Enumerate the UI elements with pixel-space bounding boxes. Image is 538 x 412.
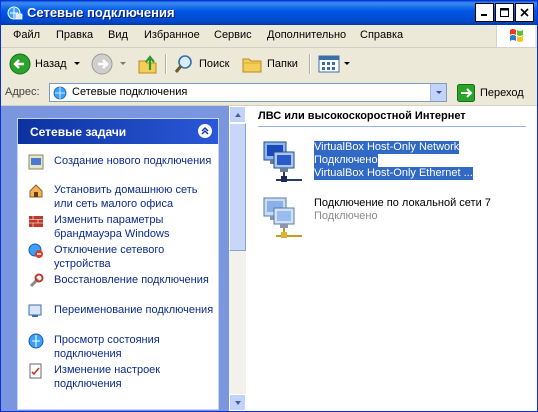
new-connection-icon xyxy=(28,154,44,170)
address-bar: Адрес: Сетевые подключения Переход xyxy=(1,81,537,106)
menu-edit[interactable]: Правка xyxy=(56,29,93,41)
collapse-button[interactable] xyxy=(198,124,212,138)
views-icon xyxy=(318,55,340,73)
maximize-button[interactable] xyxy=(495,3,514,22)
maximize-icon xyxy=(500,8,509,17)
firewall-icon xyxy=(29,216,43,227)
window-title: Сетевые подключения xyxy=(27,5,175,20)
task-label: Изменение настроек подключения xyxy=(54,364,161,390)
views-button[interactable] xyxy=(317,52,351,76)
menu-help[interactable]: Справка xyxy=(360,29,403,41)
connection-device: VirtualBox Host-Only Ethernet ... xyxy=(314,167,473,180)
group-divider xyxy=(258,126,526,127)
minimize-icon xyxy=(481,14,487,16)
up-folder-icon xyxy=(138,55,157,74)
group-title: ЛВС или высокоскоростной Интернет xyxy=(258,110,466,122)
network-connection-icon xyxy=(263,141,302,182)
title-bar[interactable]: Сетевые подключения xyxy=(1,1,537,25)
task-label: Создание нового подключения xyxy=(54,155,212,167)
go-label: Переход xyxy=(480,87,524,99)
menu-view[interactable]: Вид xyxy=(108,29,128,41)
menu-favorites[interactable]: Избранное xyxy=(144,29,200,41)
menu-advanced[interactable]: Дополнительно xyxy=(267,29,346,41)
explorer-window: Сетевые подключения Файл Правка Вид Избр… xyxy=(0,0,538,412)
toolbar-separator xyxy=(165,54,167,74)
task-label: Установить домашнюю сеть или сеть малого… xyxy=(54,184,198,210)
folders-icon xyxy=(242,58,262,73)
go-arrow-icon xyxy=(457,84,475,102)
task-label: Отключение сетевого устройства xyxy=(54,244,165,270)
connection-name: Подключение по локальной сети 7 xyxy=(314,197,491,209)
folders-button[interactable]: Папки xyxy=(241,52,298,76)
scroll-up-button[interactable] xyxy=(229,106,246,123)
close-icon xyxy=(520,8,529,17)
disable-device-icon xyxy=(28,243,43,258)
connection-item[interactable]: VirtualBox Host-Only Network Подключено … xyxy=(260,140,530,184)
toolbar: Назад Поиск Папки xyxy=(1,48,537,82)
menu-file[interactable]: Файл xyxy=(13,29,40,41)
search-label: Поиск xyxy=(199,58,230,70)
go-button[interactable]: Переход xyxy=(457,83,524,103)
views-dropdown-icon[interactable] xyxy=(343,61,351,67)
task-label: Переименование подключения xyxy=(54,304,214,316)
minimize-button[interactable] xyxy=(475,3,494,22)
connection-item[interactable]: Подключение по локальной сети 7 Подключе… xyxy=(260,196,530,240)
arrow-down-icon xyxy=(234,400,241,405)
network-connection-icon xyxy=(263,197,302,238)
back-arrow-icon xyxy=(9,53,31,75)
task-label: Просмотр состояния подключения xyxy=(54,334,160,360)
rename-icon xyxy=(28,304,42,317)
connection-name: VirtualBox Host-Only Network xyxy=(314,141,460,154)
address-value: Сетевые подключения xyxy=(72,86,188,98)
arrow-up-icon xyxy=(234,112,241,117)
address-label: Адрес: xyxy=(5,86,40,98)
menu-tools[interactable]: Сервис xyxy=(214,29,252,41)
connection-status: Подключено xyxy=(314,210,378,222)
address-input[interactable]: Сетевые подключения xyxy=(49,83,447,102)
search-button[interactable]: Поиск xyxy=(173,52,229,76)
network-folder-icon xyxy=(53,86,67,100)
network-tasks-box: Сетевые задачи Создание нового подключен… xyxy=(17,118,219,410)
settings-icon xyxy=(29,363,42,379)
task-pane: Сетевые задачи Создание нового подключен… xyxy=(1,106,229,411)
connections-pane: ЛВС или высокоскоростной Интернет Virtua… xyxy=(246,106,537,411)
forward-arrow-icon xyxy=(91,53,113,75)
network-tasks-header[interactable]: Сетевые задачи xyxy=(18,119,218,144)
scroll-down-button[interactable] xyxy=(229,394,246,411)
windows-flag-icon xyxy=(510,29,523,42)
toolbar-separator xyxy=(309,54,311,74)
address-dropdown[interactable] xyxy=(430,84,446,101)
network-connections-icon xyxy=(7,6,23,20)
back-button[interactable]: Назад xyxy=(9,52,81,76)
back-dropdown-icon[interactable] xyxy=(73,61,81,67)
forward-dropdown-icon[interactable] xyxy=(119,61,127,67)
connection-status: Подключено xyxy=(314,154,378,167)
network-tasks-title: Сетевые задачи xyxy=(30,125,127,139)
connection-text: VirtualBox Host-Only Network Подключено … xyxy=(314,141,529,180)
scroll-thumb[interactable] xyxy=(229,123,246,251)
close-button[interactable] xyxy=(515,3,534,22)
vertical-scrollbar[interactable] xyxy=(229,106,246,411)
back-label: Назад xyxy=(35,58,67,70)
chevron-up-icon xyxy=(201,127,209,135)
folders-label: Папки xyxy=(267,58,298,70)
connection-text: Подключение по локальной сети 7 Подключе… xyxy=(314,197,529,223)
search-icon xyxy=(174,55,192,73)
repair-icon xyxy=(29,273,44,288)
windows-logo xyxy=(496,25,535,47)
status-icon xyxy=(28,333,44,349)
task-label: Изменить параметры брандмауэра Windows xyxy=(54,214,170,240)
menu-bar: Файл Правка Вид Избранное Сервис Дополни… xyxy=(1,25,537,48)
chevron-down-icon xyxy=(435,90,442,94)
task-label: Восстановление подключения xyxy=(54,274,209,286)
up-folder-button[interactable] xyxy=(137,52,159,76)
home-network-icon xyxy=(29,184,43,198)
forward-button[interactable] xyxy=(91,52,127,76)
